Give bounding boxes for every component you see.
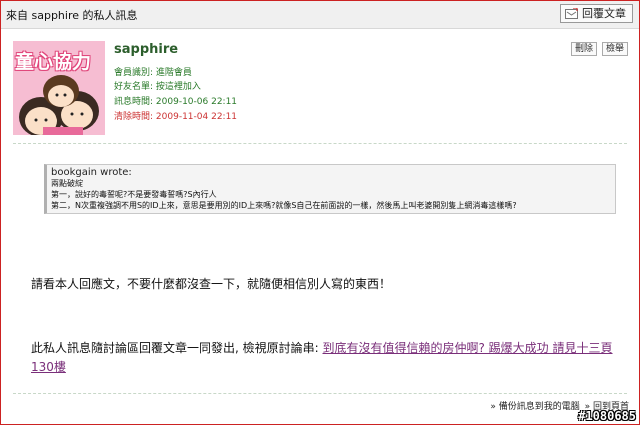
clear-time-row: 清除時間: 2009-11-04 22:11	[114, 112, 237, 123]
message-panel: 來自 sapphire 的私人訊息 回覆文章 童心協力 sapphire 會員識…	[0, 0, 640, 425]
message-time-label: 訊息時間:	[114, 97, 154, 107]
quote-line: 第一，說好的毒誓呢?不是要發毒誓嗎?S內行人	[51, 190, 217, 199]
message-time-value: 2009-10-06 22:11	[155, 97, 238, 107]
delete-button[interactable]: 刪除	[571, 42, 598, 56]
forward-prefix: 此私人訊息隨討論區回覆文章一同發出, 檢視原討論串:	[31, 341, 323, 355]
message-time-row: 訊息時間: 2009-10-06 22:11	[114, 97, 237, 108]
member-level-row: 會員識別: 進階會員	[114, 68, 192, 79]
avatar-text: 童心協力	[15, 51, 92, 73]
quote-block: bookgain wrote: 兩點破綻 第一，說好的毒誓呢?不是要發毒誓嗎?S…	[44, 164, 616, 214]
member-level-label: 會員識別:	[114, 68, 154, 78]
watermark: #1080685	[578, 409, 636, 423]
quote-line: 兩點破綻	[51, 179, 83, 188]
panel-title: 來自 sapphire 的私人訊息	[6, 9, 138, 22]
quote-line: 第二，N次重複強調不用S的ID上來，意思是要用別的ID上來嗎?就像S自己在前面說…	[51, 201, 517, 210]
clear-time-value: 2009-11-04 22:11	[155, 112, 238, 122]
sender-username[interactable]: sapphire	[114, 42, 178, 57]
friend-list-label: 好友名單:	[114, 82, 154, 92]
clear-time-label: 清除時間:	[114, 112, 154, 122]
forward-notice: 此私人訊息隨討論區回覆文章一同發出, 檢視原討論串: 到底有沒有值得信賴的房仲啊…	[31, 339, 631, 377]
divider-top	[13, 143, 627, 144]
avatar: 童心協力	[13, 41, 105, 135]
backup-message-link[interactable]: » 備份訊息到我的電腦	[490, 402, 579, 412]
quote-author: bookgain wrote:	[51, 167, 132, 178]
message-body: 請看本人回應文，不要什麼都沒查一下，就隨便相信別人寫的東西！	[31, 277, 392, 291]
reply-icon	[565, 8, 578, 19]
friend-list-row: 好友名單: 按這裡加入	[114, 82, 201, 93]
panel-header: 來自 sapphire 的私人訊息 回覆文章	[1, 1, 639, 29]
reply-button-label: 回覆文章	[582, 7, 626, 20]
add-friend-link[interactable]: 按這裡加入	[156, 82, 201, 92]
member-level-value: 進階會員	[155, 68, 192, 78]
reply-button[interactable]: 回覆文章	[560, 4, 633, 23]
divider-bottom	[13, 393, 627, 394]
report-button[interactable]: 檢舉	[602, 42, 629, 56]
